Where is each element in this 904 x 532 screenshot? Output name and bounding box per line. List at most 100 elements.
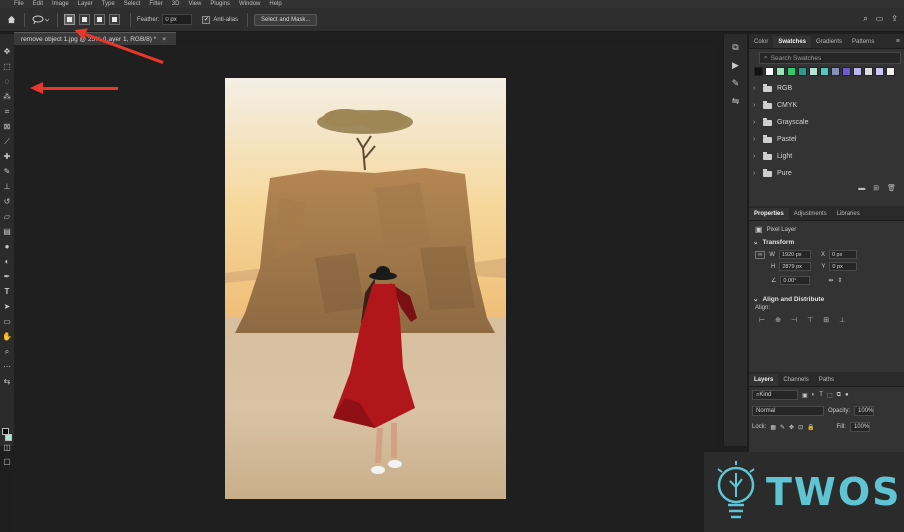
color-swatch[interactable] <box>842 67 851 76</box>
color-swatch[interactable] <box>787 67 796 76</box>
intersect-selection-button[interactable] <box>109 14 120 25</box>
color-swatch[interactable] <box>754 67 763 76</box>
flip-horizontal-icon[interactable]: ⇹ <box>828 277 833 284</box>
menu-item-image[interactable]: Image <box>52 1 69 7</box>
close-tab-icon[interactable]: × <box>162 36 166 43</box>
align-bottom-icon[interactable]: ⊥ <box>839 316 845 324</box>
tab-libraries[interactable]: Libraries <box>832 208 865 220</box>
menu-item-help[interactable]: Help <box>269 1 281 7</box>
add-to-selection-button[interactable] <box>79 14 90 25</box>
swatch-group-cmyk[interactable]: › CMYK <box>749 97 904 114</box>
type-tool-icon[interactable]: T <box>2 286 12 297</box>
menu-item-edit[interactable]: Edit <box>33 1 43 7</box>
subtract-from-selection-button[interactable] <box>94 14 105 25</box>
new-swatch-icon[interactable]: ⊞ <box>873 184 879 192</box>
tab-paths[interactable]: Paths <box>814 374 839 386</box>
color-swatch[interactable] <box>853 67 862 76</box>
move-tool-icon[interactable]: ✥ <box>2 46 12 57</box>
kind-filter-dropdown[interactable]: ⌕ Kind <box>752 390 798 400</box>
actions-play-icon[interactable]: ▶ <box>731 60 741 71</box>
align-middle-icon[interactable]: ⊞ <box>823 316 829 324</box>
lock-artboard-icon[interactable]: ⊡ <box>798 424 803 431</box>
swatch-group-pure[interactable]: › Pure <box>749 165 904 182</box>
menu-item-window[interactable]: Window <box>239 1 260 7</box>
flip-vertical-icon[interactable]: ⇕ <box>837 277 842 284</box>
menu-item-select[interactable]: Select <box>124 1 141 7</box>
align-left-icon[interactable]: ⊢ <box>759 316 765 324</box>
filter-pixel-icon[interactable]: ▣ <box>802 392 808 399</box>
eraser-icon[interactable]: ▱ <box>2 211 12 222</box>
angle-field[interactable]: 0.00° <box>780 276 811 285</box>
tab-color[interactable]: Color <box>749 36 773 48</box>
align-right-icon[interactable]: ⊣ <box>791 316 797 324</box>
tab-patterns[interactable]: Patterns <box>847 36 879 48</box>
feather-input[interactable] <box>162 14 193 25</box>
lasso-tool-icon[interactable]: ◌ <box>2 76 12 87</box>
delete-icon[interactable]: 🗑 <box>887 184 896 192</box>
transform-section-title[interactable]: ⌄ Transform <box>749 234 904 248</box>
shape-tool-icon[interactable]: ▭ <box>2 316 12 327</box>
fill-field[interactable]: 100% <box>849 422 870 432</box>
tab-layers[interactable]: Layers <box>749 374 779 386</box>
crop-tool-icon[interactable]: ⌗ <box>2 106 12 117</box>
color-swatch[interactable] <box>831 67 840 76</box>
panel-menu-icon[interactable]: ≡ <box>896 38 900 45</box>
y-field[interactable]: 0 px <box>829 262 858 271</box>
color-swatch[interactable] <box>765 67 774 76</box>
new-group-icon[interactable]: ▬ <box>858 185 865 192</box>
color-swatch[interactable] <box>875 67 884 76</box>
menu-item-plugins[interactable]: Plugins <box>210 1 230 7</box>
history-icon[interactable]: ⧉ <box>731 42 741 53</box>
menu-item-type[interactable]: Type <box>102 1 115 7</box>
gradient-tool-icon[interactable]: ▤ <box>2 226 12 237</box>
lock-move-icon[interactable]: ✥ <box>789 424 794 431</box>
healing-brush-icon[interactable]: ✚ <box>2 151 12 162</box>
lock-all-icon[interactable]: 🔒 <box>807 424 814 431</box>
menu-item-filter[interactable]: Filter <box>149 1 162 7</box>
workspace-icon[interactable]: ▭ <box>876 14 884 24</box>
swap-colors-icon[interactable]: ⇆ <box>2 376 12 387</box>
tab-gradients[interactable]: Gradients <box>811 36 847 48</box>
background-color-swatch[interactable] <box>5 434 12 441</box>
height-field[interactable]: 2879 px <box>779 262 812 271</box>
width-field[interactable]: 1920 px <box>778 250 811 259</box>
document-image[interactable] <box>225 78 506 499</box>
lasso-tool-icon[interactable] <box>31 13 51 27</box>
antialias-checkbox[interactable]: ✓ <box>202 15 211 24</box>
menu-item-layer[interactable]: Layer <box>78 1 93 7</box>
more-tools-icon[interactable]: ⋯ <box>2 361 12 372</box>
color-swatch[interactable] <box>864 67 873 76</box>
swatch-group-light[interactable]: › Light <box>749 148 904 165</box>
magic-wand-icon[interactable]: ⁂ <box>2 91 12 102</box>
home-icon[interactable] <box>4 13 18 27</box>
path-selection-icon[interactable]: ➤ <box>2 301 12 312</box>
menu-item-3d[interactable]: 3D <box>172 1 180 7</box>
align-section-title[interactable]: ⌄ Align and Distribute <box>749 291 904 305</box>
brush-tool-icon[interactable]: ✎ <box>2 166 12 177</box>
align-top-icon[interactable]: ⊤ <box>807 316 813 324</box>
dodge-tool-icon[interactable]: ◐ <box>2 256 12 267</box>
blend-mode-dropdown[interactable]: Normal <box>752 406 824 416</box>
tab-properties[interactable]: Properties <box>749 208 789 220</box>
clone-stamp-icon[interactable]: ⊥ <box>2 181 12 192</box>
color-swatch[interactable] <box>809 67 818 76</box>
lock-paint-icon[interactable]: ✎ <box>780 424 785 431</box>
swatch-group-pastel[interactable]: › Pastel <box>749 131 904 148</box>
filter-adjustment-icon[interactable]: ◐ <box>812 392 816 398</box>
opacity-field[interactable]: 100% <box>854 406 875 416</box>
frame-tool-icon[interactable]: ⊠ <box>2 121 12 132</box>
x-field[interactable]: 0 px <box>828 250 857 259</box>
filter-smart-icon[interactable]: ⧉ <box>837 392 841 399</box>
color-swatch[interactable] <box>776 67 785 76</box>
new-selection-button[interactable] <box>64 14 75 25</box>
brush-settings-icon[interactable]: ✎ <box>731 78 741 89</box>
color-swatch[interactable] <box>886 67 895 76</box>
filter-toggle-icon[interactable]: ● <box>845 392 849 398</box>
search-icon[interactable]: ⌕ <box>863 14 867 24</box>
filter-shape-icon[interactable]: ⬚ <box>827 392 833 399</box>
menu-item-file[interactable]: File <box>14 1 24 7</box>
tab-swatches[interactable]: Swatches <box>773 36 812 48</box>
swatch-group-rgb[interactable]: › RGB <box>749 80 904 97</box>
color-swatch[interactable] <box>798 67 807 76</box>
search-swatches-input[interactable]: ⌕ Search Swatches <box>759 52 901 64</box>
